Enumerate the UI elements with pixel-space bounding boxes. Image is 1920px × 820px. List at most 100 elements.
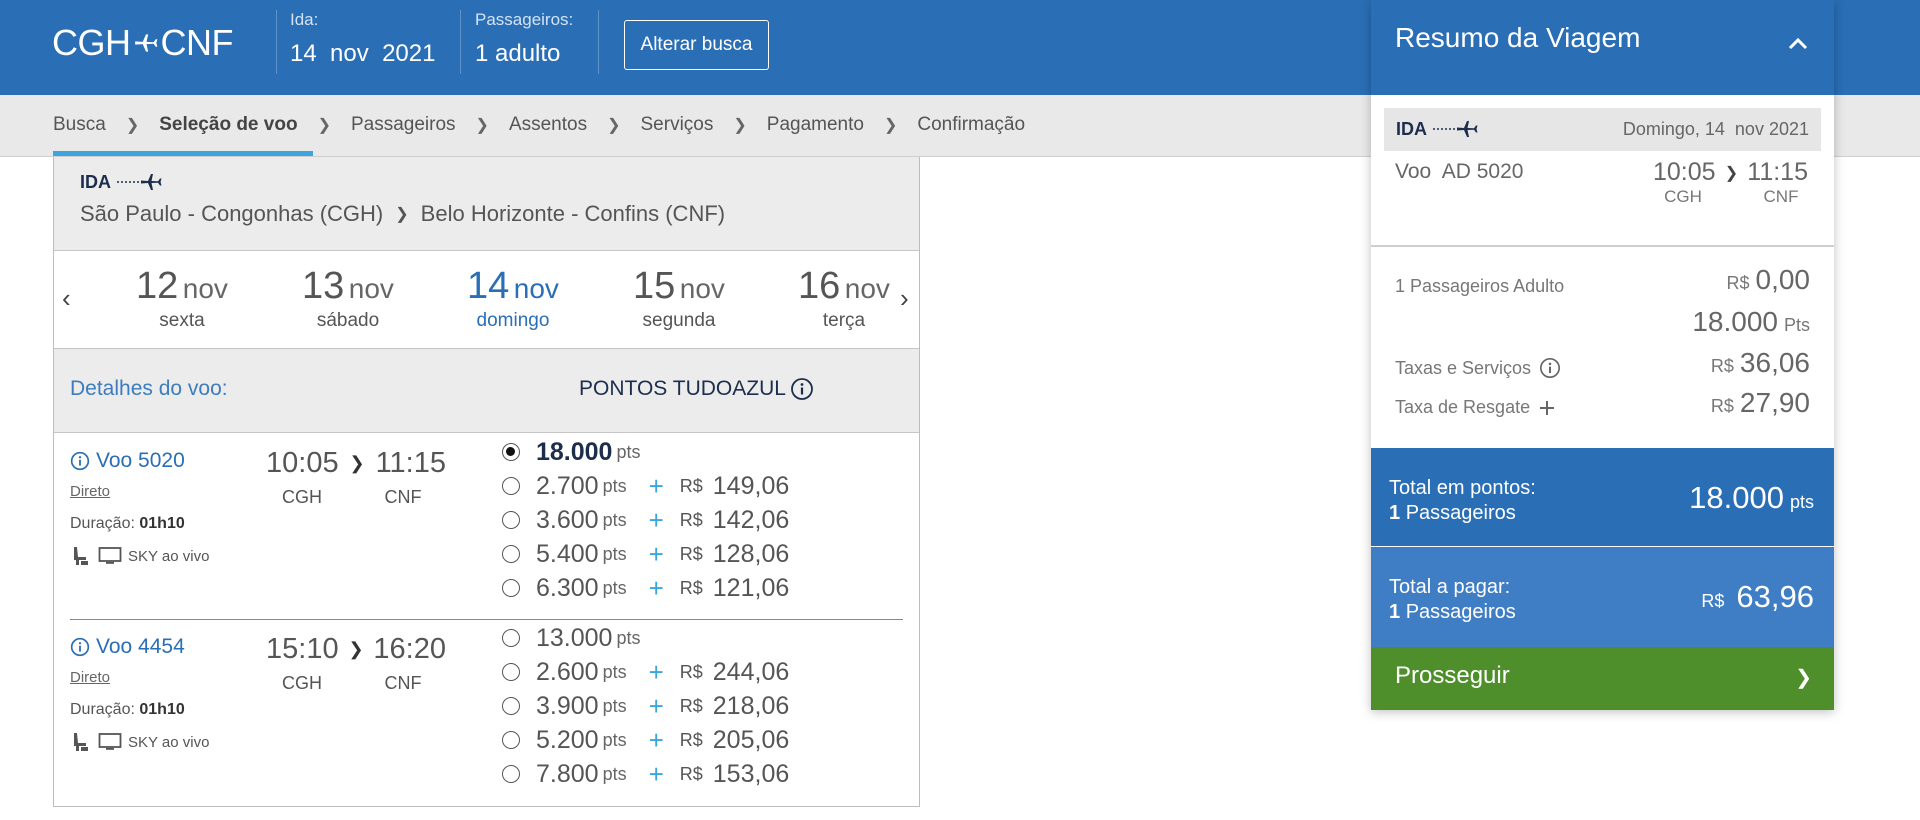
breadcrumb-assentos[interactable]: Assentos (509, 114, 587, 136)
total-points-box: Total em pontos: 1 Passageiros 18.000 pts (1371, 448, 1834, 546)
alterar-busca-button[interactable]: Alterar busca (624, 20, 769, 70)
breadcrumb-pagamento[interactable]: Pagamento (767, 114, 864, 136)
info-icon[interactable] (790, 377, 814, 401)
flight-times: 10:05 ❯ 11:15 (266, 447, 446, 480)
fare-option[interactable]: 5.400 pts + R$ 128,06 (502, 539, 789, 569)
breadcrumb-selecao-de-voo[interactable]: Seleção de voo (159, 114, 297, 136)
seat-icon (74, 547, 88, 565)
fare-currency: R$ (679, 509, 703, 530)
info-icon[interactable] (1539, 357, 1561, 379)
ida-origin: São Paulo - Congonhas (CGH) (80, 201, 384, 226)
flight-number-link[interactable]: Voo 5020 (70, 449, 185, 473)
radio[interactable] (502, 477, 520, 495)
fare-option-points-only[interactable]: 18.000 pts (502, 437, 640, 467)
date-month: nov (844, 273, 890, 304)
fare-points-unit: pts (602, 729, 627, 750)
arrive-code: CNF (384, 673, 422, 693)
amount: 18.000 (1689, 480, 1784, 515)
flight-type-link[interactable]: Direto (70, 669, 110, 686)
date-option-14-selected[interactable]: 14 nov domingo (443, 265, 583, 332)
radio[interactable] (502, 545, 520, 563)
date-weekday: sábado (316, 310, 380, 331)
date-option-12[interactable]: 12 nov sexta (112, 265, 252, 332)
date-weekday: domingo (476, 310, 550, 331)
chevron-right-icon: ❯ (1724, 164, 1739, 182)
date-option-13[interactable]: 13 nov sábado (278, 265, 418, 332)
fare-points-unit: pts (602, 763, 627, 784)
fare-option[interactable]: 7.800 pts + R$ 153,06 (502, 759, 789, 789)
summary-header: Resumo da Viagem (1371, 0, 1834, 95)
passenger-label: Passageiros (1405, 502, 1516, 524)
breadcrumb-busca[interactable]: Busca (53, 114, 106, 136)
duration-label: Duração: (70, 701, 135, 718)
flight-row: Voo 4454 Direto Duração: 01h10 SKY ao vi… (54, 619, 919, 805)
fare-option[interactable]: 3.900 pts + R$ 218,06 (502, 691, 789, 721)
amount: 0,00 (1755, 264, 1811, 295)
info-icon (70, 451, 90, 471)
currency-label: R$ (1701, 591, 1725, 611)
currency-label: R$ (1726, 273, 1750, 293)
points-unit: Pts (1783, 315, 1810, 335)
radio[interactable] (502, 663, 520, 681)
date-day: 14 (467, 265, 510, 307)
ida-date: 14 nov 2021 (290, 40, 436, 67)
summary-resgate-label: Taxa de Resgate (1395, 397, 1556, 418)
duration-value: 01h10 (139, 515, 185, 532)
chevron-right-icon: ❯ (349, 453, 365, 473)
prev-date-arrow-icon[interactable]: ‹ (62, 283, 71, 314)
route-destination: CNF (160, 22, 234, 63)
tv-icon (98, 547, 122, 564)
depart-time: 10:05 (266, 447, 339, 479)
fare-option[interactable]: 3.600 pts + R$ 142,06 (502, 505, 789, 535)
seat-icon (74, 733, 88, 751)
fare-option[interactable]: 6.300 pts + R$ 121,06 (502, 573, 789, 603)
amount: 36,06 (1739, 347, 1810, 378)
flight-row: Voo 5020 Direto Duração: 01h10 SKY ao vi… (54, 433, 919, 619)
fare-points: 2.600 (536, 657, 599, 686)
prosseguir-label: Prosseguir (1395, 662, 1510, 689)
radio[interactable] (502, 697, 520, 715)
passengers-value: 1 adulto (475, 40, 561, 67)
summary-taxas-label: Taxas e Serviços (1395, 357, 1561, 379)
passenger-count: 1 (1389, 502, 1401, 524)
date-month: nov (348, 273, 394, 304)
fare-option[interactable]: 5.200 pts + R$ 205,06 (502, 725, 789, 755)
radio[interactable] (502, 579, 520, 597)
fare-points: 3.600 (536, 505, 599, 534)
fare-money: 218,06 (712, 691, 790, 720)
divider (460, 10, 461, 74)
summary-passengers-label: 1 Passageiros Adulto (1395, 276, 1565, 296)
route-title: CGH CNF (52, 22, 233, 64)
total-points-label: Total em pontos: 1 Passageiros (1389, 476, 1536, 526)
breadcrumb-servicos[interactable]: Serviços (641, 114, 714, 136)
summary-arrive: 11:15 (1747, 158, 1808, 186)
next-date-arrow-icon[interactable]: › (900, 283, 909, 314)
fare-points-unit: pts (602, 509, 627, 530)
radio[interactable] (502, 511, 520, 529)
flight-type-link[interactable]: Direto (70, 483, 110, 500)
plus-icon: + (648, 758, 664, 789)
summary-to-code: CNF (1763, 187, 1799, 206)
fare-option[interactable]: 2.700 pts + R$ 149,06 (502, 471, 789, 501)
fare-option-points-only[interactable]: 13.000 pts (502, 623, 640, 653)
plus-icon[interactable] (1538, 399, 1556, 417)
taxas-text: Taxas e Serviços (1395, 357, 1532, 378)
date-day: 16 (798, 265, 841, 307)
total-pay-title: Total a pagar: (1389, 576, 1511, 598)
prosseguir-button[interactable]: Prosseguir ❯ (1371, 647, 1834, 710)
breadcrumb-confirmacao[interactable]: Confirmação (917, 114, 1025, 136)
breadcrumb-passageiros[interactable]: Passageiros (351, 114, 456, 136)
chevron-up-icon[interactable] (1786, 32, 1810, 56)
summary-depart: 10:05 (1653, 158, 1716, 186)
date-option-15[interactable]: 15 nov segunda (609, 265, 749, 332)
date-month: nov (182, 273, 228, 304)
date-option-16[interactable]: 16 nov terça (774, 265, 914, 332)
chevron-right-icon: ❯ (395, 206, 409, 223)
radio[interactable] (502, 731, 520, 749)
radio[interactable] (502, 629, 520, 647)
fare-option[interactable]: 2.600 pts + R$ 244,06 (502, 657, 789, 687)
flight-number-link[interactable]: Voo 4454 (70, 635, 185, 659)
breadcrumb-list: Busca ❯ Seleção de voo ❯ Passageiros ❯ A… (53, 95, 1025, 155)
radio[interactable] (502, 765, 520, 783)
radio-selected[interactable] (502, 443, 520, 461)
